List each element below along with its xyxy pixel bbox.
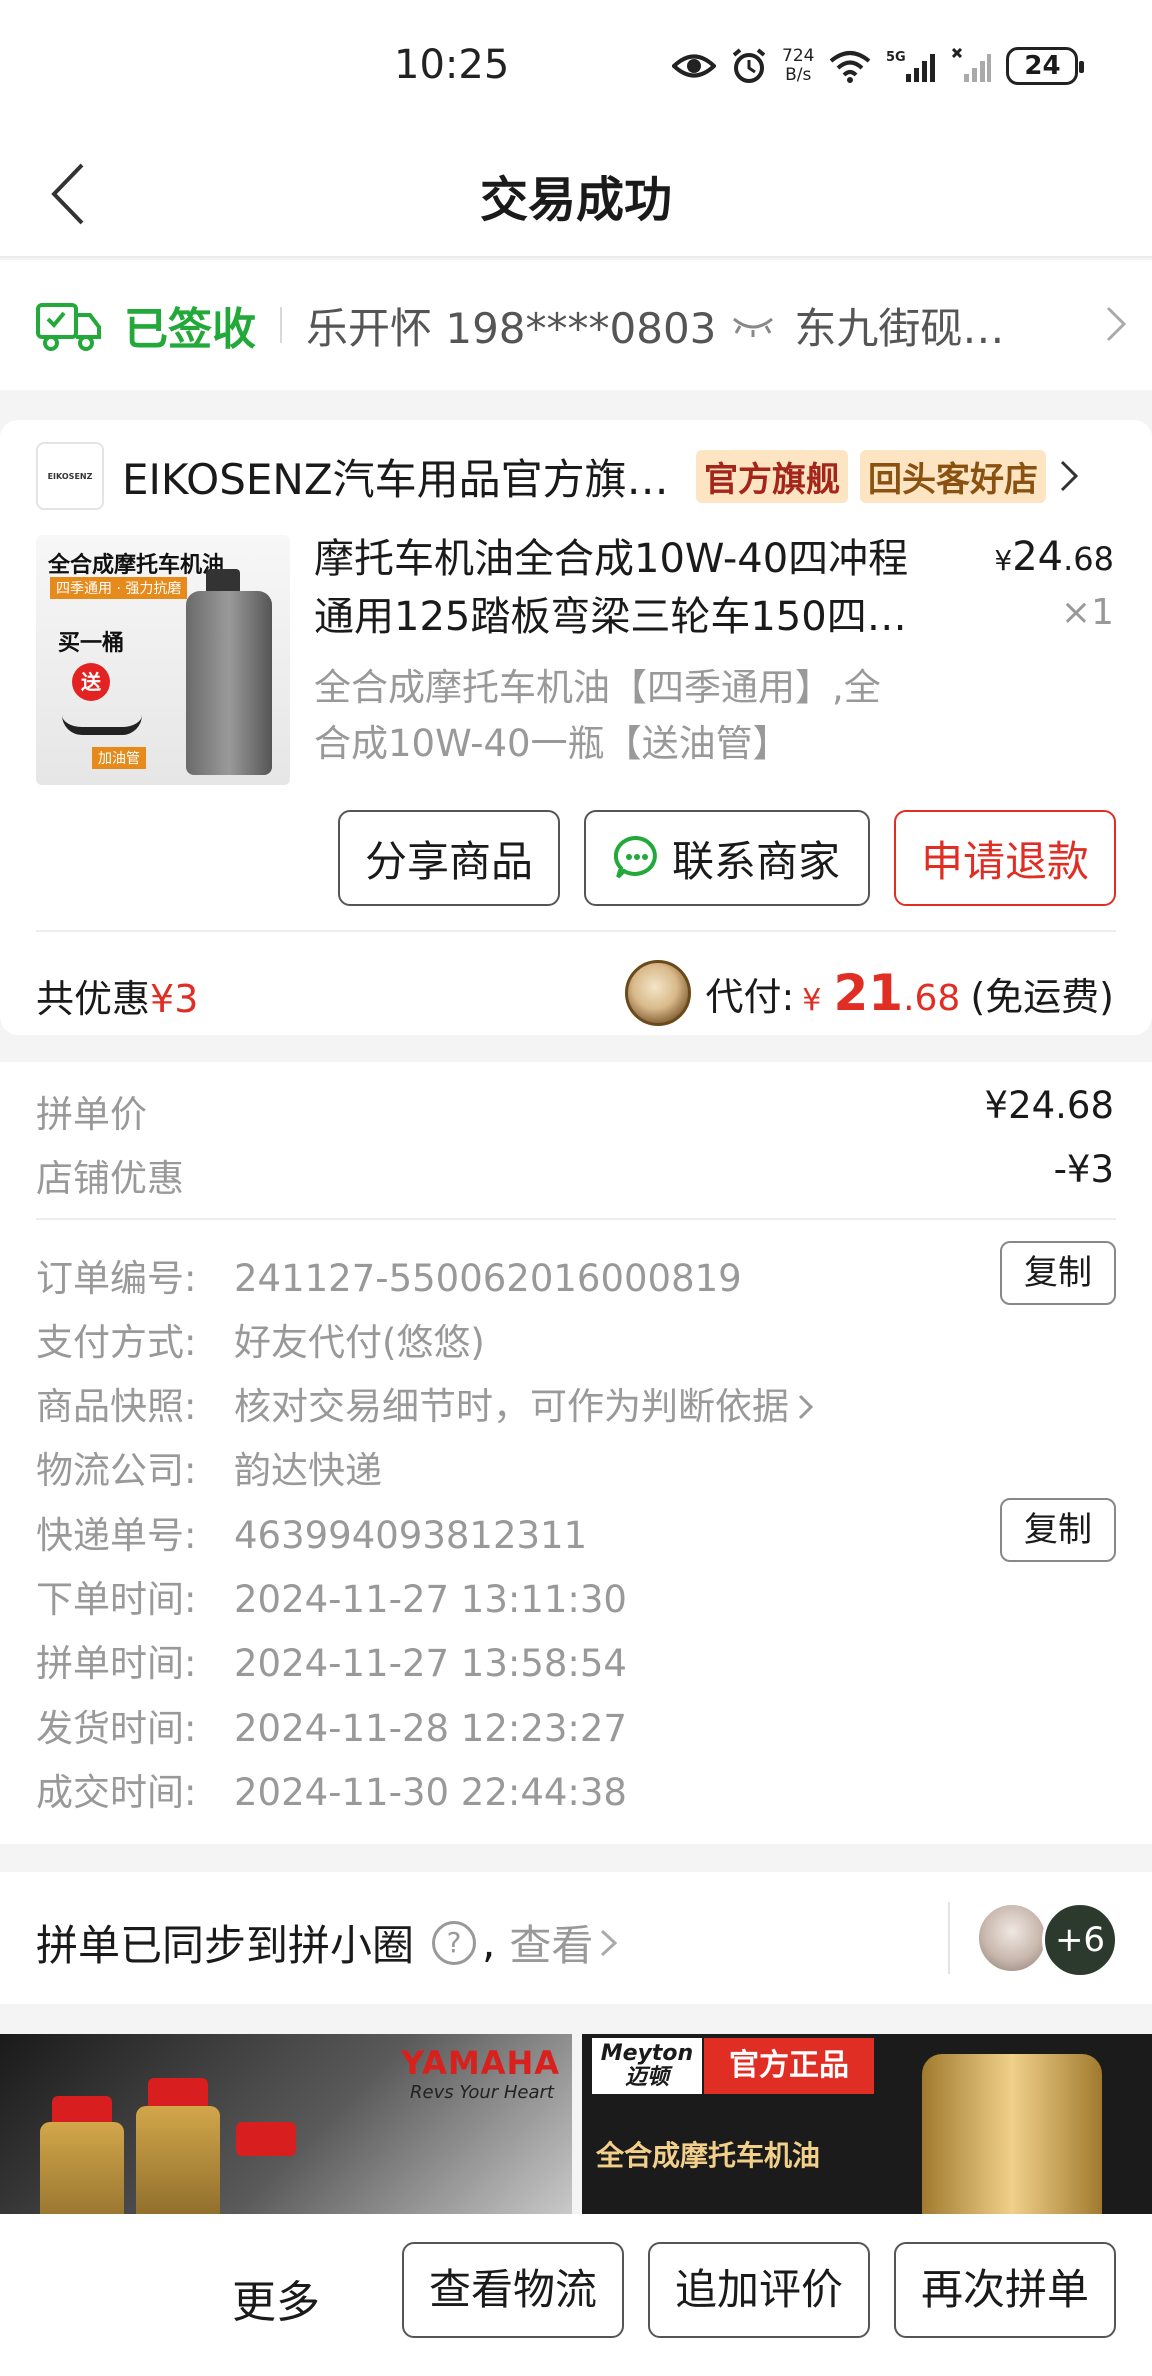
contact-seller-button[interactable]: 联系商家 [584,810,870,906]
copy-tracking-number-button[interactable]: 复制 [1000,1498,1116,1562]
hose-graphic [62,715,142,735]
recommend-banner-meyton[interactable]: Meyton 迈顿 官方正品 全合成摩托车机油 [582,2034,1152,2214]
official-store-badge: 官方旗舰 [696,449,848,503]
chevron-right-icon [1106,306,1127,342]
yamaha-logo: YAMAHA [400,2044,560,2082]
oil-bottle-graphic [40,2122,124,2214]
store-logo: EIKOSENZ [36,442,104,510]
order-detail-section: 拼单价 ¥24.68 店铺优惠 -¥3 订单编号: 241127-55006201… [0,1062,1152,1844]
product-image-subtitle: 四季通用 · 强力抗磨 [50,577,188,599]
more-button[interactable]: 更多 [232,2266,320,2330]
add-review-button[interactable]: 追加评价 [648,2242,870,2338]
chat-icon [613,835,657,879]
oil-bottle-graphic [922,2054,1102,2214]
product-title[interactable]: 摩托车机油全合成10W-40四冲程 通用125踏板弯梁三轮车150四… [314,530,954,646]
product-image[interactable]: 全合成摩托车机油 四季通用 · 强力抗磨 买一桶 送 加油管 [36,535,290,785]
order-time-row: 下单时间: 2024-11-27 13:11:30 [36,1578,627,1621]
recommend-banner-yamaha[interactable]: YAMAHA Revs Your Heart [0,2034,572,2214]
view-link[interactable]: 查看 [509,1912,593,1973]
total-discount: 共优惠¥3 [36,977,199,1021]
help-icon[interactable]: ? [432,1920,477,1965]
tracking-number-row: 快递单号: 463994093812311 [36,1514,588,1557]
oil-bottle-graphic [136,2106,220,2214]
group-circle-row[interactable]: 拼单已同步到拼小圈 ? , 查看 +6 [0,1872,1152,2004]
view-logistics-button[interactable]: 查看物流 [402,2242,624,2338]
address-text: 东九街砚… [794,303,1005,353]
ship-time-row: 发货时间: 2024-11-28 12:23:27 [36,1707,627,1750]
page-title: 交易成功 [479,172,672,228]
alarm-icon [732,48,766,83]
product-image-title: 全合成摩托车机油 [48,553,225,578]
battery-indicator: 24 [1006,47,1085,85]
chevron-right-icon [601,1929,618,1956]
snapshot-row[interactable]: 商品快照: 核对交易细节时，可作为判断依据 [36,1376,815,1430]
order-card: EIKOSENZ EIKOSENZ汽车用品官方旗… 官方旗舰 回头客好店 全合成… [0,420,1152,1035]
refund-button[interactable]: 申请退款 [894,810,1116,906]
unit-price-label: 拼单价 [36,1093,147,1136]
tracking-number: 463994093812311 [234,1514,588,1557]
product-image-tag: 加油管 [92,747,146,769]
signal-5g-icon: 5G [886,50,936,82]
delivery-address-row[interactable]: 已签收 乐开怀 198****0803 东九街砚… [0,260,1152,390]
divider [36,1218,1116,1220]
payment-method-row: 支付方式: 好友代付(悠悠) [36,1321,485,1364]
repeat-customer-badge: 回头客好店 [860,449,1046,503]
signal-empty-icon [952,48,992,82]
gift-badge: 送 [72,663,110,701]
group-circle-text: 拼单已同步到拼小圈 ? , 查看 [36,1912,619,1973]
copy-order-number-button[interactable]: 复制 [1000,1241,1116,1305]
svg-text:5G: 5G [886,50,906,65]
product-actions: 分享商品 联系商家 申请退款 [338,810,1116,906]
divider [948,1902,950,1974]
payer-avatar[interactable] [625,960,692,1026]
product-image-buy-label: 买一桶 [58,631,125,656]
chevron-right-icon [1060,460,1079,492]
product-price: ¥24.68 [994,534,1114,580]
bottle-cap-graphic [236,2122,296,2156]
product-quantity: ×1 [1060,592,1114,633]
carrier-row: 物流公司: 韵达快递 [36,1449,382,1492]
order-number: 241127-550062016000819 [234,1257,742,1300]
meyton-logo: Meyton 迈顿 [592,2038,702,2094]
contact-seller-label: 联系商家 [671,836,840,886]
official-genuine-badge: 官方正品 [704,2038,874,2094]
recipient-info: 乐开怀 198****0803 [306,303,717,353]
divider [36,930,1116,932]
store-discount-label: 店铺优惠 [36,1157,184,1200]
status-bar: 10:25 724 B/s 5G 24 [0,0,1152,130]
store-discount-value: -¥3 [1053,1148,1114,1191]
divider [280,307,282,343]
proxy-pay-amount: ¥ 21.68 [802,964,961,1022]
wifi-icon [830,51,871,83]
eye-closed-icon[interactable] [730,313,776,337]
net-speed: 724 B/s [782,46,815,85]
delivered-status: 已签收 [124,304,256,355]
eye-icon [672,54,716,78]
group-time-row: 拼单时间: 2024-11-27 13:58:54 [36,1642,627,1685]
order-number-row: 订单编号: 241127-550062016000819 [36,1257,742,1300]
share-button[interactable]: 分享商品 [338,810,560,906]
deal-time-row: 成交时间: 2024-11-30 22:44:38 [36,1771,627,1814]
proxy-payment-summary: 代付: ¥ 21.68 (免运费) [625,960,1114,1026]
status-time: 10:25 [394,42,510,88]
proxy-pay-label: 代付: [705,974,795,1019]
yamaha-slogan: Revs Your Heart [410,2082,554,2103]
more-friends-avatar[interactable]: +6 [1042,1902,1118,1978]
friend-avatar[interactable] [976,1902,1048,1974]
status-icons: 724 B/s 5G 24 [672,44,1085,88]
truck-icon [36,303,101,351]
store-name: EIKOSENZ汽车用品官方旗… [122,454,669,504]
chevron-right-icon [798,1394,814,1420]
unit-price-value: ¥24.68 [984,1084,1114,1127]
top-nav: 交易成功 [0,130,1152,258]
product-spec: 全合成摩托车机油【四季通用】,全 合成10W-40一瓶【送油管】 [314,666,881,765]
store-row[interactable]: EIKOSENZ EIKOSENZ汽车用品官方旗… 官方旗舰 回头客好店 [36,440,1116,512]
banner-title: 全合成摩托车机油 [596,2139,821,2172]
reorder-button[interactable]: 再次拼单 [894,2242,1116,2338]
bottom-action-bar: 更多 查看物流 追加评价 再次拼单 [0,2214,1152,2376]
free-shipping-note: (免运费) [970,974,1114,1019]
oil-bottle-graphic [186,591,272,775]
